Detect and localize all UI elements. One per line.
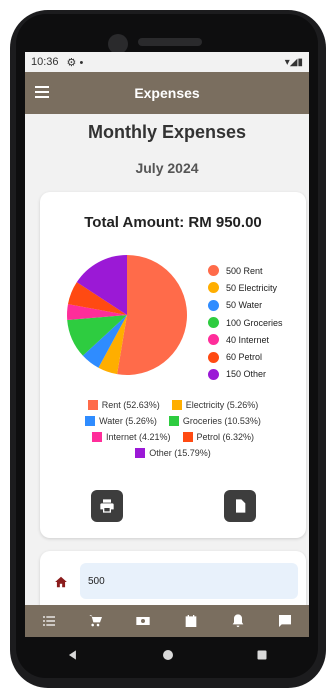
expense-entry-card: 500 [40,551,306,605]
screen: 10:36 ⚙ • ▾◢▮ Expenses Monthly Expenses … [25,52,309,637]
legend-right-item: 40 Internet [208,331,283,348]
status-icons: ▾◢▮ [284,56,303,68]
legend-swatch [168,416,179,426]
home-icon [55,576,67,588]
legend-right-item: 150 Other [208,366,283,383]
menu-icon[interactable] [35,86,49,98]
legend-right-label: 40 Internet [226,334,270,345]
print-icon [99,499,114,513]
legend-bottom-item: Internet (4.21%) [91,432,171,442]
pie-legend-right: 500 Rent 50 Electricity 50 Water 100 Grocer… [208,262,283,383]
legend-bottom-item: Water (5.26%) [85,416,157,426]
legend-swatch [91,432,102,442]
legend-bottom-label: Electricity (5.26%) [185,400,259,410]
action-buttons [40,490,306,522]
legend-dot [208,317,219,329]
export-button[interactable] [223,490,256,522]
legend-dot [208,351,219,363]
legend-dot [208,299,219,311]
document-icon [235,499,245,513]
status-bar: 10:36 ⚙ • ▾◢▮ [25,52,309,72]
nav-message-icon[interactable] [275,611,295,631]
legend-right-item: 50 Electricity [208,279,283,296]
legend-swatch [87,400,98,410]
legend-right-label: 50 Electricity [226,282,278,293]
content: Monthly Expenses July 2024 Total Amount:… [25,114,309,605]
legend-bottom-item: Rent (52.63%) [87,400,160,410]
legend-bottom-row: Other (15.79%) [40,448,306,458]
legend-right-label: 500 Rent [226,265,263,276]
nav-money-icon[interactable] [133,611,153,631]
pie-legend-bottom: Rent (52.63%) Electricity (5.26%) Water (5… [40,400,306,464]
legend-bottom-label: Internet (4.21%) [105,432,171,442]
pie-slice-rent [117,255,187,375]
legend-swatch [85,416,96,426]
pie-chart [67,255,187,375]
legend-swatch [171,400,182,410]
page-title: Monthly Expenses [87,122,247,142]
back-icon[interactable] [66,648,80,667]
legend-bottom-item: Electricity (5.26%) [171,400,259,410]
legend-right-label: 150 Other [226,369,267,380]
home-circle-icon[interactable] [162,648,174,666]
legend-dot [208,334,219,346]
bottom-nav [25,605,309,637]
legend-right-item: 500 Rent [208,262,283,279]
legend-bottom-item: Petrol (6.32%) [182,432,255,442]
system-nav [25,637,309,677]
legend-bottom-label: Petrol (6.32%) [196,432,255,442]
legend-right-item: 100 Groceries [208,314,283,331]
app-bar: Expenses [25,72,309,114]
total-amount: Total Amount: RM 950.00 [84,214,262,231]
legend-bottom-item: Other (15.79%) [135,448,211,458]
legend-dot [208,282,219,294]
legend-bottom-item: Groceries (10.53%) [168,416,261,426]
nav-calendar-icon[interactable] [181,611,201,631]
legend-right-item: 50 Water [208,297,283,314]
amount-input[interactable]: 500 [80,563,298,599]
print-button[interactable] [90,490,123,522]
legend-bottom-label: Other (15.79%) [149,448,211,458]
legend-swatch [135,448,146,458]
legend-bottom-row: Rent (52.63%) Electricity (5.26%) [40,400,306,410]
status-time: 10:36 [31,56,59,68]
legend-right-label: 60 Petrol [226,352,263,363]
app-title: Expenses [134,85,200,101]
speaker [138,38,202,46]
legend-dot [208,265,219,277]
recents-icon[interactable] [256,648,268,666]
nav-list-icon[interactable] [39,611,59,631]
camera [108,34,128,54]
nav-bell-icon[interactable] [228,611,248,631]
summary-card: Total Amount: RM 950.00 500 Rent 50 Elect… [40,192,306,538]
nav-cart-icon[interactable] [86,611,106,631]
legend-swatch [182,432,193,442]
legend-bottom-label: Water (5.26%) [99,416,157,426]
legend-bottom-label: Rent (52.63%) [101,400,160,410]
legend-right-label: 100 Groceries [226,317,283,328]
legend-bottom-row: Water (5.26%) Groceries (10.53%) [40,416,306,426]
legend-right-label: 50 Water [226,300,263,311]
legend-dot [208,368,219,380]
legend-right-item: 60 Petrol [208,348,283,365]
legend-bottom-label: Groceries (10.53%) [182,416,261,426]
month-label: July 2024 [135,160,199,176]
settings-icon: ⚙ • [66,56,84,69]
legend-bottom-row: Internet (4.21%) Petrol (6.32%) [40,432,306,442]
